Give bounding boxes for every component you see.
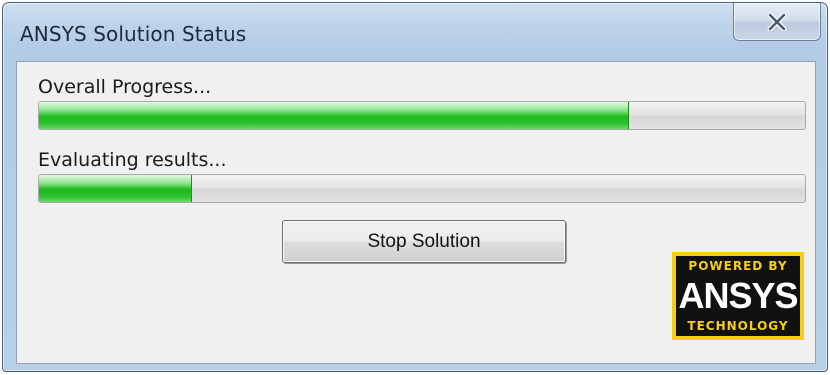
logo-powered-by: POWERED BY	[688, 259, 788, 273]
close-icon	[766, 12, 788, 31]
window-title: ANSYS Solution Status	[20, 22, 247, 46]
stop-solution-button[interactable]: Stop Solution	[282, 220, 566, 263]
title-bar[interactable]: ANSYS Solution Status	[3, 3, 827, 59]
solution-status-window: ANSYS Solution Status Overall Progress..…	[2, 2, 828, 372]
current-step-label: Evaluating results...	[38, 149, 227, 171]
overall-progress-bar	[38, 101, 806, 130]
overall-progress-fill	[39, 102, 629, 129]
overall-progress-label: Overall Progress...	[38, 76, 212, 98]
logo-technology: TECHNOLOGY	[687, 319, 789, 333]
dialog-content: Overall Progress... Evaluating results..…	[16, 61, 816, 364]
ansys-logo: POWERED BY ANSYS TECHNOLOGY	[672, 252, 804, 340]
logo-brand: ANSYS	[678, 275, 798, 316]
current-step-progress-bar	[38, 174, 806, 203]
current-step-progress-fill	[39, 175, 193, 202]
close-button[interactable]	[733, 3, 821, 41]
ansys-logo-inner: POWERED BY ANSYS TECHNOLOGY	[676, 256, 800, 336]
